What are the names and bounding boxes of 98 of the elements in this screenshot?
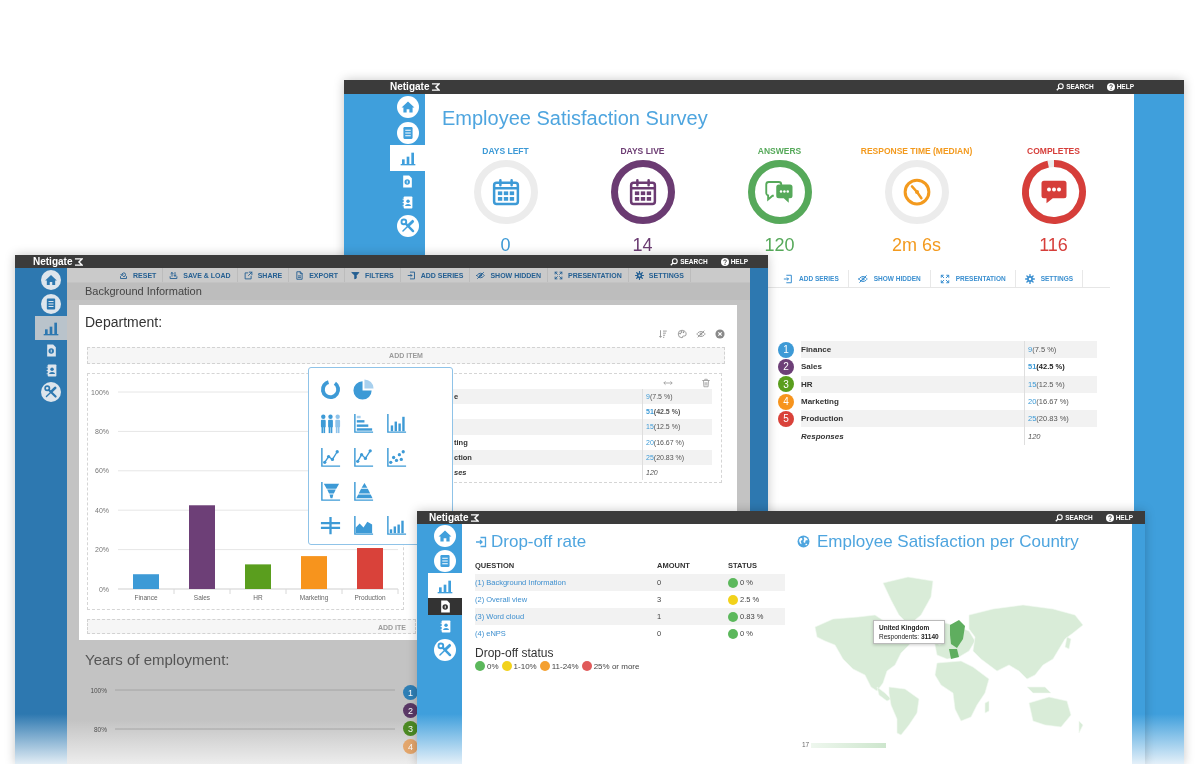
kpi-value: 14 bbox=[632, 236, 653, 254]
eye-slash-icon[interactable] bbox=[696, 329, 706, 339]
kpi-label: RESPONSE TIME (MEDIAN) bbox=[860, 146, 973, 156]
home-icon bbox=[396, 96, 419, 118]
globe-icon bbox=[797, 535, 810, 548]
search-icon bbox=[670, 257, 679, 266]
gear-icon bbox=[1024, 273, 1035, 284]
table-cell: Finance bbox=[801, 341, 1024, 359]
contact-card-icon bbox=[44, 364, 58, 377]
progress-ring bbox=[884, 160, 949, 224]
panel-title: Drop-off rate bbox=[491, 532, 587, 551]
section-header: Background Information bbox=[67, 283, 750, 300]
sort-icon[interactable] bbox=[658, 329, 668, 339]
home-icon bbox=[41, 270, 61, 290]
tools-icon bbox=[434, 638, 456, 661]
page-title: Employee Satisfaction Survey bbox=[442, 106, 709, 130]
logo-text: Netigate bbox=[33, 255, 73, 268]
card-title: Department: bbox=[85, 314, 163, 331]
expand-arrows-icon bbox=[554, 270, 563, 280]
box-arrow-icon bbox=[243, 270, 253, 280]
legend-number: 4 bbox=[778, 393, 794, 410]
document-list-icon bbox=[41, 294, 61, 314]
logo-text: Netigate bbox=[390, 81, 430, 93]
contact-card-icon bbox=[401, 195, 414, 209]
document-list-icon bbox=[434, 549, 456, 572]
tools-icon bbox=[396, 215, 419, 237]
legend-number: 5 bbox=[778, 410, 794, 427]
legend-label: 11-24% bbox=[551, 661, 579, 671]
eye-slash-icon bbox=[857, 273, 868, 284]
kpi-label: ANSWERS bbox=[757, 146, 802, 156]
contact-card-icon bbox=[438, 619, 452, 633]
pyramid-chart-icon[interactable] bbox=[352, 479, 375, 503]
search-icon bbox=[1055, 513, 1064, 522]
legend-number: 2 bbox=[778, 358, 794, 375]
line-chart-icon[interactable] bbox=[352, 445, 375, 469]
funnel-icon bbox=[351, 270, 360, 280]
page-icon bbox=[438, 600, 452, 613]
bar bbox=[301, 556, 327, 589]
eye-slash-icon bbox=[476, 270, 486, 280]
kpi-label: DAYS LEFT bbox=[482, 146, 529, 156]
progress-ring bbox=[473, 160, 538, 224]
document-list-icon bbox=[396, 121, 419, 144]
search-icon bbox=[1056, 83, 1065, 91]
bar-chart-icon bbox=[399, 150, 416, 166]
kpi-value: 116 bbox=[1039, 236, 1068, 254]
legend-number: 1 bbox=[778, 341, 794, 358]
home-icon bbox=[434, 525, 456, 547]
double-arrow-icon[interactable] bbox=[663, 378, 673, 388]
page-icon bbox=[44, 344, 58, 357]
nav-item[interactable] bbox=[428, 598, 462, 615]
logo-text: Netigate bbox=[429, 511, 469, 524]
logo-icon bbox=[470, 513, 480, 522]
arrow-into-box-icon bbox=[783, 273, 793, 284]
kpi-value: 0 bbox=[500, 236, 511, 254]
legend-label: 25% or more bbox=[593, 661, 640, 671]
funnel-chart-icon[interactable] bbox=[319, 479, 342, 503]
arrow-into-box-icon bbox=[406, 270, 416, 280]
legend-label: 0% bbox=[487, 661, 499, 671]
logo-icon bbox=[431, 83, 441, 91]
legend-title: Drop-off status bbox=[475, 647, 555, 660]
bar bbox=[133, 574, 159, 589]
kpi-value: 2m 6s bbox=[892, 236, 941, 254]
area-chart-icon[interactable] bbox=[352, 513, 375, 537]
section-title: Years of employment: bbox=[85, 651, 230, 668]
tools-icon bbox=[41, 382, 61, 402]
gear-icon bbox=[634, 270, 644, 280]
bar bbox=[357, 548, 383, 589]
scatter-chart-icon[interactable] bbox=[385, 445, 408, 469]
close-icon[interactable] bbox=[715, 329, 725, 339]
trash-icon[interactable] bbox=[701, 378, 711, 388]
page-icon bbox=[401, 174, 414, 188]
bar-chart-icon[interactable] bbox=[385, 411, 408, 435]
arrow-into-box-icon bbox=[475, 535, 487, 548]
bar-chart-icon bbox=[43, 320, 59, 336]
tray-arrow-icon bbox=[119, 270, 128, 280]
document-icon bbox=[295, 270, 305, 280]
palette-icon[interactable] bbox=[677, 329, 687, 339]
table-cell-text: Responses bbox=[801, 430, 845, 443]
horizontal-bar-chart-icon[interactable] bbox=[352, 411, 375, 435]
legend-number: 3 bbox=[778, 376, 794, 393]
table-cell: Production bbox=[801, 410, 1024, 428]
donut-chart-icon[interactable] bbox=[319, 377, 342, 401]
panel-title: Employee Satisfaction per Country bbox=[817, 532, 1079, 551]
rising-bars-icon[interactable] bbox=[385, 513, 408, 537]
line-chart-icon[interactable] bbox=[319, 445, 342, 469]
expand-arrows-icon bbox=[939, 273, 950, 284]
legend-label: 1-10% bbox=[513, 661, 537, 671]
kpi-label: DAYS LIVE bbox=[620, 146, 665, 156]
kpi-label: COMPLETES bbox=[1027, 146, 1080, 156]
table-cell-text: Sales bbox=[801, 361, 823, 374]
logo-icon bbox=[74, 257, 84, 266]
pie-chart-icon[interactable] bbox=[352, 377, 375, 401]
table-cell: HR bbox=[801, 375, 1024, 393]
kpi-value: 120 bbox=[764, 236, 795, 254]
help-icon bbox=[1106, 83, 1115, 91]
table-cell-text: Marketing bbox=[801, 396, 840, 409]
bar bbox=[245, 564, 271, 589]
tray-arrows-icon bbox=[169, 270, 179, 280]
